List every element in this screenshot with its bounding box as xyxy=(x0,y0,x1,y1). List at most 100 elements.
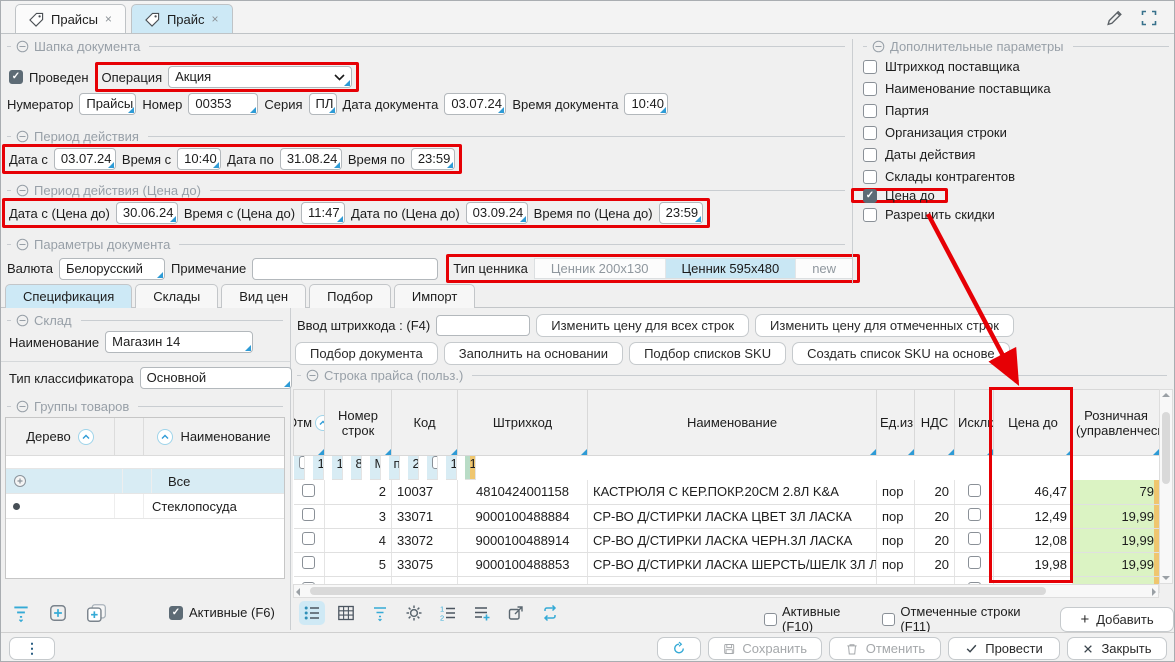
column-barcode[interactable]: Штрихкод xyxy=(458,390,588,456)
table-row[interactable]: 2100374810424001158КАСТРЮЛЯ С КЕР.ПОКР.2… xyxy=(294,480,1160,504)
column-marked[interactable]: Отм xyxy=(294,390,325,456)
checkbox[interactable] xyxy=(882,613,895,626)
vertical-scrollbar[interactable] xyxy=(1159,389,1173,584)
filter-icon[interactable] xyxy=(367,601,393,625)
column-retail[interactable]: Розничная (управленческая) xyxy=(1073,390,1160,456)
export-icon[interactable] xyxy=(503,601,529,625)
checkbox[interactable] xyxy=(863,126,877,140)
add-item-icon[interactable] xyxy=(48,603,68,623)
row-mark-checkbox[interactable] xyxy=(302,484,315,497)
scroll-up-arrow[interactable] xyxy=(1162,393,1170,397)
goods-group-row[interactable]: Все xyxy=(6,469,284,494)
numerator-field[interactable]: Прайсы xyxy=(79,93,136,115)
checkbox[interactable] xyxy=(863,148,877,162)
save-button[interactable]: Сохранить xyxy=(708,637,822,660)
scroll-left-arrow[interactable] xyxy=(296,588,300,596)
column-row-number[interactable]: Номер строк xyxy=(325,390,392,456)
collapse-icon[interactable] xyxy=(16,184,29,197)
row-mark-checkbox[interactable] xyxy=(299,456,305,469)
period-price-time-to-field[interactable]: 23:59 xyxy=(659,202,703,224)
period-date-to-field[interactable]: 31.08.24 xyxy=(280,148,342,170)
tab-import[interactable]: Импорт xyxy=(394,284,475,308)
scroll-right-arrow[interactable] xyxy=(1152,588,1156,596)
edit-pencil-icon[interactable] xyxy=(1105,8,1124,27)
scrollbar-thumb[interactable] xyxy=(310,587,1046,595)
proveden-checkbox[interactable] xyxy=(9,70,23,84)
series-field[interactable]: ПЛ xyxy=(309,93,337,115)
table-row[interactable]: 4330729000100488914СР-ВО Д/СТИРКИ ЛАСКА … xyxy=(294,528,1160,552)
column-tree[interactable]: Дерево xyxy=(26,429,70,444)
change-price-marked-button[interactable]: Изменить цену для отмеченных строк xyxy=(755,314,1014,337)
close-button[interactable]: Закрыть xyxy=(1067,637,1167,660)
collapse-icon[interactable] xyxy=(872,40,885,53)
sort-asc-icon[interactable] xyxy=(78,429,94,445)
post-button[interactable]: Провести xyxy=(948,637,1060,660)
period-time-to-field[interactable]: 23:59 xyxy=(411,148,455,170)
pick-document-button[interactable]: Подбор документа xyxy=(295,342,438,365)
window-tab-pricelists[interactable]: Прайсы × xyxy=(15,4,126,33)
checkbox[interactable] xyxy=(863,82,877,96)
exclude-checkbox[interactable] xyxy=(968,532,981,545)
refresh-button[interactable] xyxy=(657,637,701,660)
active-f10-toggle[interactable]: Активные (F10) xyxy=(764,604,872,634)
period-price-date-from-field[interactable]: 30.06.24 xyxy=(116,202,178,224)
scroll-down-arrow[interactable] xyxy=(1162,576,1170,580)
column-name[interactable]: Наименование xyxy=(180,429,270,444)
table-row[interactable]: 1167168009346005658МАСЛО ОЛИВК.СПЕРОНИ П… xyxy=(294,456,325,480)
list-view-icon[interactable] xyxy=(299,601,325,625)
numbered-list-icon[interactable]: 12 xyxy=(435,601,461,625)
tab-selection[interactable]: Подбор xyxy=(309,284,391,308)
extra-param-item[interactable]: Партия xyxy=(863,103,1163,118)
column-price-to[interactable]: Цена до xyxy=(994,390,1073,456)
settings-gear-icon[interactable] xyxy=(401,601,427,625)
reload-loop-icon[interactable] xyxy=(537,601,563,625)
classifier-field[interactable]: Основной xyxy=(140,367,292,389)
extra-param-item[interactable]: Наименование поставщика xyxy=(863,81,1163,96)
collapse-icon[interactable] xyxy=(16,130,29,143)
collapse-icon[interactable] xyxy=(16,314,29,327)
checkbox[interactable] xyxy=(764,613,777,626)
expand-node-icon[interactable] xyxy=(13,474,27,488)
price-tag-option-595x480[interactable]: Ценник 595x480 xyxy=(666,259,797,278)
collapse-icon[interactable] xyxy=(16,400,29,413)
checkbox[interactable] xyxy=(863,208,877,222)
exclude-checkbox[interactable] xyxy=(968,508,981,521)
tab-price-types[interactable]: Вид цен xyxy=(221,284,306,308)
collapse-icon[interactable] xyxy=(16,40,29,53)
period-date-from-field[interactable]: 03.07.24 xyxy=(54,148,116,170)
panel-splitter[interactable] xyxy=(290,308,291,630)
sort-asc-icon[interactable] xyxy=(315,415,324,431)
operation-select[interactable]: Акция xyxy=(168,66,352,88)
tab-warehouses[interactable]: Склады xyxy=(135,284,218,308)
currency-field[interactable]: Белорусский xyxy=(59,258,165,280)
fullscreen-icon[interactable] xyxy=(1140,9,1158,27)
extra-param-item[interactable]: Склады контрагентов xyxy=(863,169,1163,184)
exclude-checkbox[interactable] xyxy=(968,484,981,497)
row-mark-checkbox[interactable] xyxy=(302,532,315,545)
more-menu-button[interactable]: ⋮ xyxy=(9,637,55,660)
window-tab-price[interactable]: Прайс × xyxy=(131,4,233,33)
doc-time-field[interactable]: 10:40 xyxy=(624,93,668,115)
extra-param-item[interactable]: Даты действия xyxy=(863,147,1163,162)
warehouse-name-field[interactable]: Магазин 14 xyxy=(105,331,253,353)
checkbox[interactable] xyxy=(863,170,877,184)
price-tag-option-200x130[interactable]: Ценник 200x130 xyxy=(535,259,666,278)
row-mark-checkbox[interactable] xyxy=(302,556,315,569)
note-input[interactable] xyxy=(252,258,438,280)
table-row[interactable]: 3330719000100488884СР-ВО Д/СТИРКИ ЛАСКА … xyxy=(294,504,1160,528)
period-price-time-from-field[interactable]: 11:47 xyxy=(301,202,345,224)
pick-sku-lists-button[interactable]: Подбор списков SKU xyxy=(629,342,786,365)
add-row-button[interactable]: +Добавить xyxy=(1060,607,1174,632)
period-price-date-to-field[interactable]: 03.09.24 xyxy=(466,202,528,224)
price-tag-option-new[interactable]: new xyxy=(796,259,852,278)
create-sku-list-button[interactable]: Создать список SKU на основе xyxy=(792,342,1009,365)
column-exclude[interactable]: Исключить xyxy=(955,390,994,456)
column-unit[interactable]: Ед.изм. xyxy=(877,390,915,456)
checkbox[interactable] xyxy=(863,189,877,203)
collapse-icon[interactable] xyxy=(306,369,319,382)
barcode-input[interactable] xyxy=(436,315,530,336)
column-code[interactable]: Код xyxy=(392,390,458,456)
checkbox[interactable] xyxy=(863,60,877,74)
period-time-from-field[interactable]: 10:40 xyxy=(177,148,221,170)
extra-param-item[interactable]: Штрихкод поставщика xyxy=(863,59,1163,74)
